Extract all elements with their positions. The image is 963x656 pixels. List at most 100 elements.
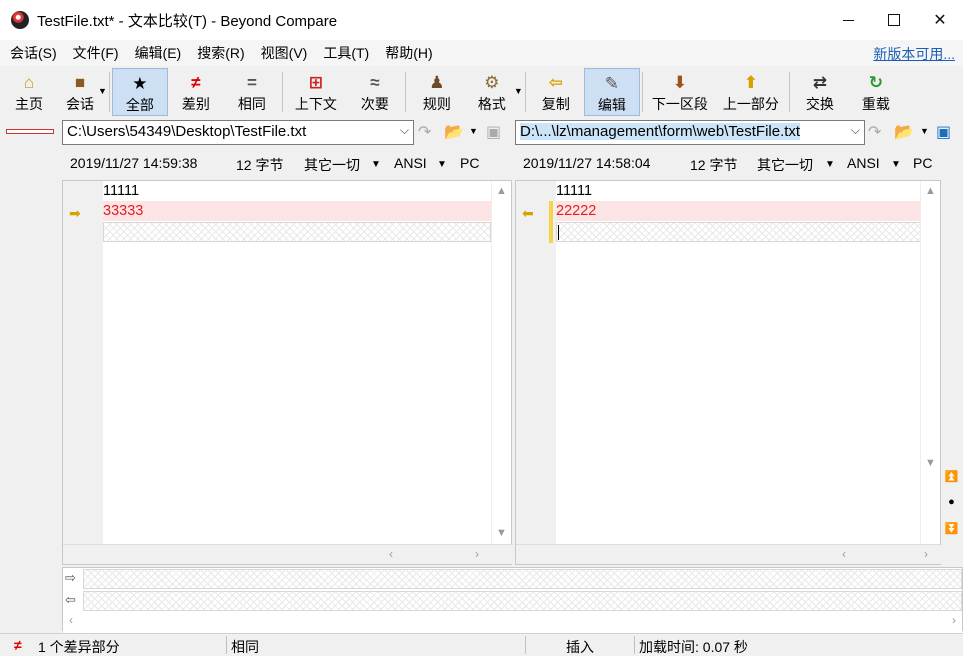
left-eol: PC (460, 155, 480, 171)
chevron-down-icon[interactable]: ▼ (371, 159, 381, 170)
save-icon[interactable]: ▣ (936, 122, 951, 142)
maximize-button[interactable] (871, 0, 917, 40)
right-line-2[interactable]: 22222 (556, 201, 940, 221)
left-size: 12 字节 (236, 157, 284, 173)
left-filter[interactable]: 其它一切 (304, 155, 360, 175)
scroll-left-icon[interactable]: ‹ (69, 613, 73, 627)
folder-dropdown-icon[interactable]: ▼ (920, 126, 929, 136)
status-load-time: 加载时间: 0.07 秒 (639, 639, 748, 655)
context-button[interactable]: ⊞ 上下文 (285, 68, 347, 116)
left-date: 2019/11/27 14:59:38 (70, 155, 198, 171)
scroll-right-icon[interactable]: › (952, 613, 956, 627)
left-gutter (63, 181, 103, 564)
right-horizontal-scrollbar[interactable]: ‹ › (516, 544, 942, 564)
current-diff-icon[interactable]: ● (940, 496, 963, 522)
prev-section-button[interactable]: ⬆ 上一部分 (715, 68, 787, 116)
menu-view[interactable]: 视图(V) (251, 43, 314, 63)
first-diff-icon[interactable]: ⏫ (940, 470, 963, 496)
overview-indicator (6, 129, 54, 134)
scroll-down-icon[interactable]: ▼ (496, 527, 507, 539)
new-version-link[interactable]: 新版本可用... (873, 44, 955, 64)
scroll-up-icon[interactable]: ▲ (925, 185, 936, 197)
diff-navigation-column: ⏫ ● ⏬ (940, 470, 963, 550)
toolbar-separator (788, 72, 790, 112)
down-arrow-icon: ⬇ (672, 73, 687, 92)
line-details-pane: ⇨ ⇦ ‹ › (62, 567, 963, 634)
scroll-left-icon[interactable]: ‹ (842, 547, 846, 561)
reload-button[interactable]: ↻ 重载 (848, 68, 904, 116)
right-line-1[interactable]: 11111 (556, 181, 940, 201)
scroll-up-icon[interactable]: ▲ (496, 185, 507, 197)
right-path-input[interactable]: D:\...\lz\management\form\web\TestFile.t… (515, 120, 865, 145)
path-bar: C:\Users\54349\Desktop\TestFile.txt ⌵ ↷ … (0, 116, 963, 148)
minor-button[interactable]: ≈ 次要 (347, 68, 403, 116)
left-encoding[interactable]: ANSI (394, 155, 427, 171)
left-vertical-scrollbar[interactable]: ▲ ▼ (491, 181, 511, 564)
scroll-right-icon[interactable]: › (924, 547, 928, 561)
toolbar-separator (281, 72, 283, 112)
menu-search[interactable]: 搜索(R) (187, 43, 250, 63)
folder-dropdown-icon[interactable]: ▼ (469, 126, 478, 136)
rules-button[interactable]: ♟ 规则 (408, 68, 466, 116)
menu-help[interactable]: 帮助(H) (375, 43, 438, 63)
right-empty-line[interactable] (556, 222, 940, 242)
left-horizontal-scrollbar[interactable]: ‹ › (63, 544, 513, 564)
last-diff-icon[interactable]: ⏬ (940, 522, 963, 548)
show-diffs-button[interactable]: ≠ 差别 (168, 68, 224, 116)
home-button[interactable]: ⌂ 主页 (0, 68, 58, 116)
copy-left-arrow-icon[interactable]: ⬅ (522, 205, 538, 221)
detail-horizontal-scrollbar[interactable]: ‹ › (63, 612, 962, 634)
close-button[interactable]: ✕ (917, 0, 963, 40)
open-folder-icon[interactable]: 📂 (894, 122, 914, 142)
left-editor-pane[interactable]: 11111 33333 ➡ ▲ ▼ ‹ › (62, 180, 513, 565)
left-empty-line (103, 222, 491, 242)
session-button[interactable]: ■ 会话 (58, 68, 102, 116)
chevron-down-icon[interactable]: ⌵ (851, 123, 860, 138)
copy-right-arrow-icon[interactable]: ➡ (69, 205, 85, 221)
session-dropdown-icon[interactable]: ▼ (98, 86, 107, 96)
scroll-left-icon[interactable]: ‹ (389, 547, 393, 561)
right-detail-line (83, 591, 962, 611)
right-size: 12 字节 (690, 157, 738, 173)
open-folder-icon[interactable]: 📂 (444, 122, 464, 142)
referee-icon: ♟ (429, 73, 445, 92)
scroll-down-icon[interactable]: ▼ (925, 457, 936, 469)
left-line-2[interactable]: 33333 (103, 201, 491, 221)
right-encoding[interactable]: ANSI (847, 155, 880, 171)
scroll-right-icon[interactable]: › (475, 547, 479, 561)
menu-file[interactable]: 文件(F) (63, 43, 125, 63)
right-arrow-icon: ⇨ (65, 570, 76, 585)
history-icon[interactable]: ↷ (868, 122, 881, 142)
right-vertical-scrollbar[interactable]: ▲ ▼ (920, 181, 940, 564)
menu-tools[interactable]: 工具(T) (313, 43, 375, 63)
window-title: TestFile.txt* - 文本比较(T) - Beyond Compare (37, 12, 338, 30)
swap-button[interactable]: ⇄ 交换 (792, 68, 848, 116)
minimize-button[interactable] (825, 0, 871, 40)
format-dropdown-icon[interactable]: ▼ (514, 86, 523, 96)
up-arrow-icon: ⬆ (743, 73, 758, 92)
file-info-bar: 2019/11/27 14:59:38 12 字节 其它一切 ▼ ANSI ▼ … (0, 150, 963, 178)
right-filter[interactable]: 其它一切 (757, 155, 813, 175)
edit-button[interactable]: ✎ 编辑 (583, 68, 640, 116)
format-button[interactable]: ⚙ 格式 (466, 68, 518, 116)
chevron-down-icon[interactable]: ▼ (891, 159, 901, 170)
show-all-button[interactable]: ★ 全部 (111, 68, 168, 116)
show-same-button[interactable]: = 相同 (224, 68, 280, 116)
right-editor-pane[interactable]: 11111 22222 ⬅ ▲ ▼ ‹ › (515, 180, 942, 565)
menu-edit[interactable]: 编辑(E) (125, 43, 188, 63)
right-eol: PC (913, 155, 933, 171)
left-line-1[interactable]: 11111 (103, 181, 491, 201)
copy-left-arrow-icon: ⇦ (548, 73, 563, 92)
next-section-button[interactable]: ⬇ 下一区段 (645, 68, 715, 116)
history-icon[interactable]: ↷ (418, 122, 431, 142)
left-path-input[interactable]: C:\Users\54349\Desktop\TestFile.txt ⌵ (62, 120, 414, 145)
chevron-down-icon[interactable]: ▼ (437, 159, 447, 170)
left-arrow-icon: ⇦ (65, 592, 76, 607)
title-bar: TestFile.txt* - 文本比较(T) - Beyond Compare… (0, 0, 963, 40)
menu-session[interactable]: 会话(S) (0, 43, 63, 63)
save-icon[interactable]: ▣ (486, 122, 501, 142)
chevron-down-icon[interactable]: ▼ (825, 159, 835, 170)
chevron-down-icon[interactable]: ⌵ (400, 123, 409, 138)
copy-button[interactable]: ⇦ 复制 (528, 68, 584, 116)
left-detail-row: ⇨ (63, 568, 962, 590)
